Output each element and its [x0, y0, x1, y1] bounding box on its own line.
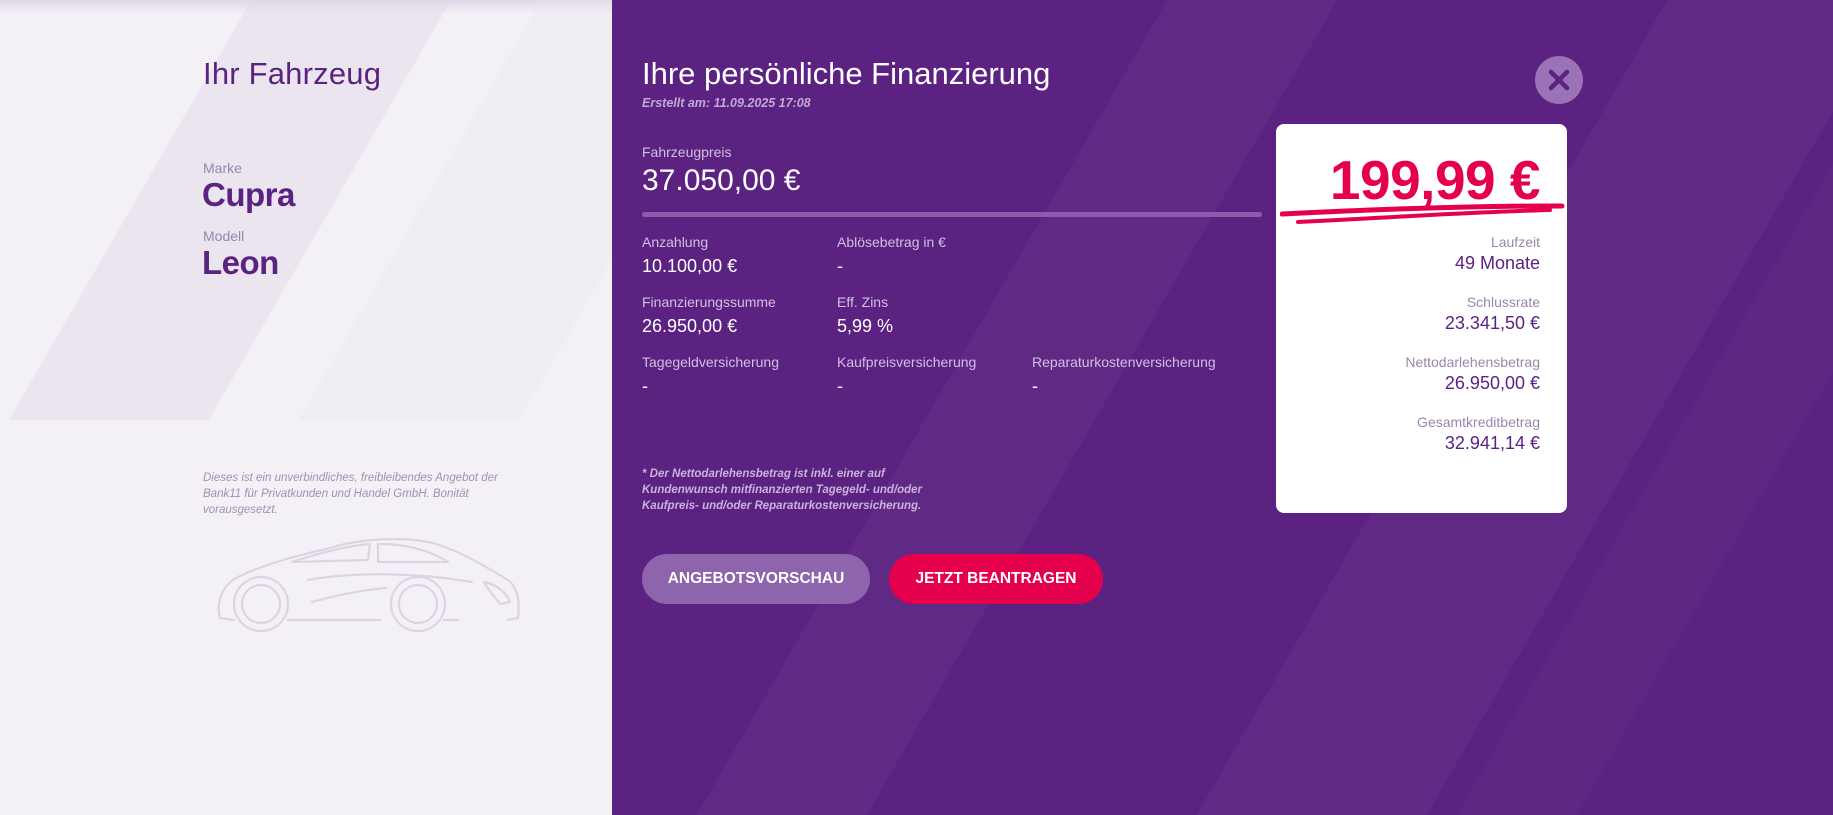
vehicle-price-value: 37.050,00 € — [642, 164, 801, 197]
decorative-stripe — [697, 0, 1338, 815]
summary-value: 23.341,50 € — [1444, 313, 1540, 333]
summary-label: Gesamtkreditbetrag — [1417, 414, 1540, 430]
detail-value: - — [1032, 376, 1038, 396]
summary-value: 26.950,00 € — [1444, 373, 1540, 393]
summary-label: Laufzeit — [1490, 234, 1540, 250]
created-date: Erstellt am: 11.09.2025 17:08 — [642, 96, 811, 110]
rate-underline-stroke — [1280, 203, 1565, 224]
detail-effective-interest: Eff. Zins 5,99 % — [837, 294, 893, 337]
summary-row-total-credit: Gesamtkreditbetrag 32.941,14 € — [1417, 414, 1540, 454]
model-label: Modell — [203, 228, 245, 244]
summary-row-net-loan: Nettodarlehensbetrag 26.950,00 € — [1405, 354, 1540, 394]
detail-label: Ablösebetrag in € — [837, 234, 946, 250]
detail-value: 5,99 % — [837, 316, 894, 336]
detail-label: Reparaturkostenversicherung — [1032, 354, 1216, 370]
close-button[interactable] — [1535, 56, 1583, 104]
model-value: Leon — [202, 244, 279, 281]
detail-payoff-amount: Ablösebetrag in € - — [837, 234, 946, 277]
vehicle-title: Ihr Fahrzeug — [203, 56, 382, 91]
summary-row-term: Laufzeit 49 Monate — [1455, 234, 1540, 274]
detail-value: - — [837, 376, 843, 396]
summary-value: 49 Monate — [1454, 253, 1540, 273]
offer-preview-button[interactable]: ANGEBOTSVORSCHAU — [642, 554, 870, 604]
offer-disclaimer: Dieses ist ein unverbindliches, freiblei… — [203, 472, 498, 516]
monthly-rate-card: 199,99 € Laufzeit 49 Monate Schlussrate … — [1276, 124, 1567, 513]
apply-now-button[interactable]: JETZT BEANTRAGEN — [889, 554, 1103, 604]
summary-value: 32.941,14 € — [1444, 433, 1540, 453]
detail-label: Anzahlung — [642, 234, 709, 250]
brand-label: Marke — [203, 160, 242, 176]
loan-amount-footnote: * Der Nettodarlehensbetrag ist inkl. ein… — [642, 468, 923, 512]
detail-value: - — [837, 256, 843, 276]
detail-label: Kaufpreisversicherung — [837, 354, 977, 370]
summary-label: Schlussrate — [1466, 294, 1540, 310]
vehicle-panel: Ihr Fahrzeug Marke Cupra Modell Leon Die… — [0, 0, 612, 815]
detail-label: Tagegeldversicherung — [642, 354, 779, 370]
detail-label: Finanzierungssumme — [642, 294, 776, 310]
summary-label: Nettodarlehensbetrag — [1405, 354, 1540, 370]
close-icon — [1548, 69, 1570, 91]
detail-value: 26.950,00 € — [642, 316, 738, 336]
vehicle-price-label: Fahrzeugpreis — [642, 144, 732, 160]
car-outline-icon — [217, 538, 520, 633]
detail-label: Eff. Zins — [837, 294, 889, 310]
detail-purchase-price-insurance: Kaufpreisversicherung - — [837, 354, 976, 397]
detail-value: 10.100,00 € — [642, 256, 738, 276]
brand-value: Cupra — [202, 176, 295, 213]
financing-panel: Ihre persönliche Finanzierung Erstellt a… — [612, 0, 1833, 815]
detail-daily-allowance-insurance: Tagegeldversicherung - — [642, 354, 779, 397]
summary-row-final-rate: Schlussrate 23.341,50 € — [1445, 294, 1540, 334]
detail-financing-sum: Finanzierungssumme 26.950,00 € — [642, 294, 776, 337]
detail-down-payment: Anzahlung 10.100,00 € — [642, 234, 737, 277]
detail-repair-cost-insurance: Reparaturkostenversicherung - — [1032, 354, 1216, 397]
financing-title: Ihre persönliche Finanzierung — [642, 56, 1051, 91]
detail-value: - — [642, 376, 648, 396]
price-divider-bar — [642, 212, 1262, 217]
